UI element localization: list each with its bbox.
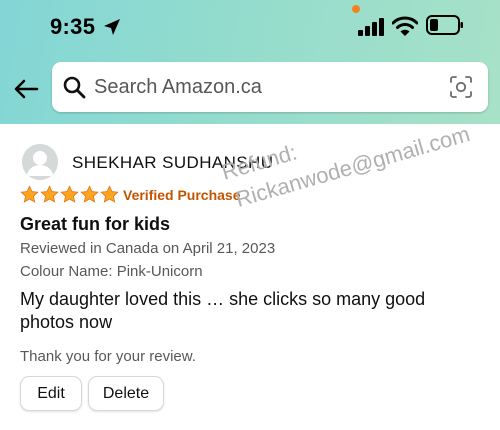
reviewer-name: SHEKHAR SUDHANSHU (72, 153, 274, 172)
star-icon (100, 185, 119, 203)
review-card: SHEKHAR SUDHANSHU Verified Purchase Grea… (0, 124, 500, 430)
back-arrow-icon (14, 79, 39, 99)
review-date: Reviewed in Canada on April 21, 2023 (20, 240, 276, 257)
delete-button[interactable]: Delete (88, 376, 164, 411)
cellular-signal-icon (358, 18, 384, 36)
user-avatar-icon (22, 144, 58, 180)
edit-button[interactable]: Edit (20, 376, 82, 411)
wifi-icon (392, 16, 418, 36)
status-time: 9:35 (50, 14, 96, 39)
star-icon (80, 185, 99, 203)
star-icon (20, 185, 39, 203)
location-arrow-icon (104, 19, 120, 35)
status-bar: 9:35 (0, 0, 500, 52)
camera-scan-icon[interactable] (449, 75, 473, 99)
thank-you-message: Thank you for your review. (20, 348, 196, 365)
search-input[interactable] (94, 70, 434, 104)
verified-purchase-badge: Verified Purchase (123, 187, 241, 203)
review-body: My daughter loved this … she clicks so m… (20, 289, 426, 332)
search-icon (63, 76, 86, 99)
product-variant: Colour Name: Pink-Unicorn (20, 263, 203, 280)
search-bar[interactable] (52, 62, 488, 112)
header-area: 9:35 (0, 0, 500, 124)
star-icon (40, 185, 59, 203)
star-icon (60, 185, 79, 203)
privacy-indicator-dot (352, 5, 360, 13)
review-title: Great fun for kids (20, 214, 171, 234)
battery-icon (426, 15, 463, 35)
star-rating (20, 185, 119, 205)
back-button[interactable] (10, 74, 42, 104)
